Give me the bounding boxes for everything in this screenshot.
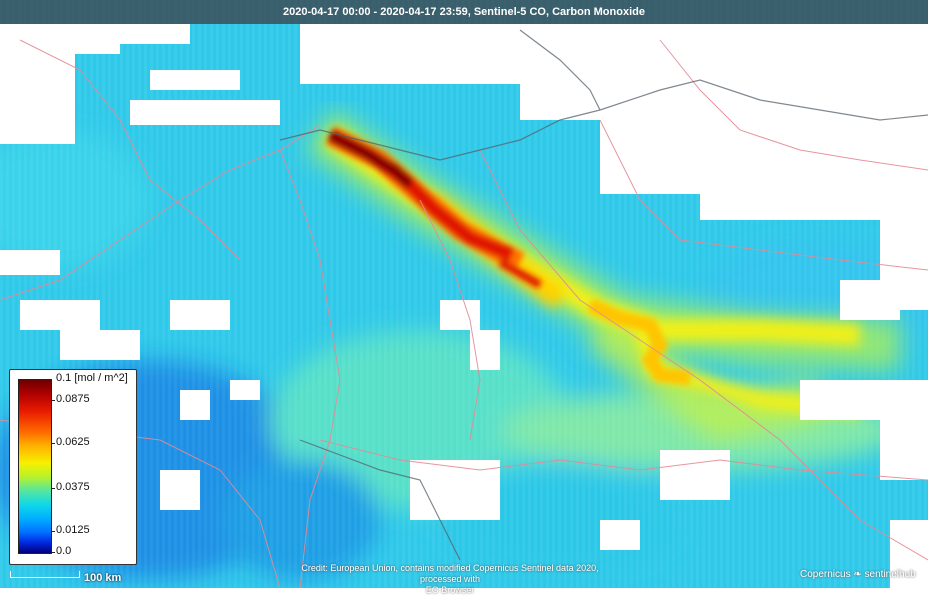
sentinelhub-logo-icon: ❧ bbox=[853, 569, 862, 580]
sentinelhub-logo: sentinelhub bbox=[864, 569, 916, 580]
legend-tick bbox=[51, 488, 55, 489]
credit-line-2: EO Browser bbox=[425, 585, 475, 595]
legend-tick-label: 0.0625 bbox=[56, 436, 90, 448]
legend-colorbar bbox=[18, 379, 52, 554]
scale-bar bbox=[10, 571, 80, 578]
legend-tick bbox=[51, 400, 55, 401]
legend-tick-label: 0.0125 bbox=[56, 524, 90, 536]
legend-tick bbox=[51, 552, 55, 553]
copernicus-logo: Copernicus bbox=[800, 569, 851, 580]
credit-line-1: Credit: European Union, contains modifie… bbox=[301, 563, 599, 584]
legend-tick-label: 0.0875 bbox=[56, 393, 90, 405]
co-concentration-map[interactable] bbox=[0, 0, 928, 588]
legend-tick-label: 0.0 bbox=[56, 545, 72, 557]
scale-bar-label: 100 km bbox=[84, 572, 122, 584]
legend-tick-label: 0.0375 bbox=[56, 481, 90, 493]
legend-tick bbox=[51, 531, 55, 532]
attribution-credit: Credit: European Union, contains modifie… bbox=[300, 563, 600, 596]
legend-unit-label: 0.1 [mol / m^2] bbox=[56, 372, 128, 384]
color-legend: 0.1 [mol / m^2] 0.0875 0.0625 0.0375 0.0… bbox=[9, 369, 137, 565]
legend-tick bbox=[51, 443, 55, 444]
brand-logos: Copernicus ❧ sentinelhub bbox=[800, 569, 916, 580]
map-title: 2020-04-17 00:00 - 2020-04-17 23:59, Sen… bbox=[0, 0, 928, 24]
